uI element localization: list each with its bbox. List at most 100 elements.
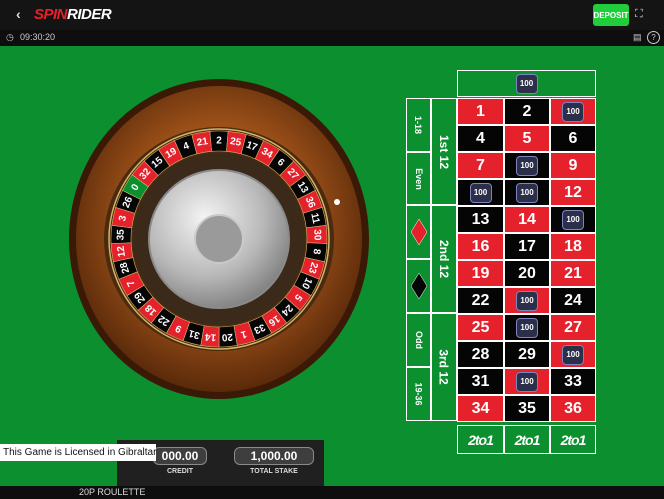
total-stake-label: TOTAL STAKE — [250, 468, 298, 475]
number-cell[interactable]: 36 — [550, 395, 596, 422]
number-label: 25 — [471, 318, 490, 336]
wheel-number: 21 — [196, 136, 209, 149]
spinrider-logo: SPINRIDER — [34, 6, 112, 23]
bet-chip[interactable]: 100 — [469, 182, 492, 203]
bet-chip[interactable]: 100 — [516, 317, 538, 338]
betting-board: 100 1 2 100 4 5 6 7 100 9 100 100 12 13 14 100 16 17 18 19… — [406, 70, 596, 454]
number-label: 13 — [471, 210, 490, 228]
logo-spin: SPIN — [34, 6, 68, 23]
number-cell[interactable]: 34 — [457, 395, 504, 422]
wheel-number: 25 — [229, 136, 242, 149]
license-notice: This Game is Licensed in Gibraltar — [0, 444, 156, 461]
bet-chip[interactable]: 100 — [516, 290, 538, 311]
bet-chip[interactable]: 100 — [562, 209, 584, 230]
number-cell[interactable]: 100 — [550, 206, 596, 233]
number-cell[interactable]: 4 — [457, 125, 504, 152]
number-cell[interactable]: 6 — [550, 125, 596, 152]
outside-even[interactable]: Even — [406, 152, 431, 205]
outside-1-18[interactable]: 1-18 — [406, 98, 431, 152]
number-cell[interactable]: 21 — [550, 260, 596, 287]
number-cell[interactable]: 14 — [504, 206, 550, 233]
deposit-button[interactable]: DEPOSIT — [593, 4, 629, 26]
number-label: 35 — [518, 399, 536, 417]
outside-odd[interactable]: Odd — [406, 313, 431, 367]
number-label: 22 — [471, 291, 490, 309]
outside-label: 1-18 — [413, 115, 424, 135]
number-cell[interactable]: 28 — [457, 341, 504, 368]
document-icon[interactable]: ▤ — [633, 32, 642, 43]
outside-red[interactable] — [406, 205, 431, 259]
number-cell[interactable]: 100 — [504, 314, 550, 341]
number-cell[interactable]: 25 — [457, 314, 504, 341]
number-label: 34 — [471, 399, 490, 417]
number-cell[interactable]: 24 — [550, 287, 596, 314]
number-cell[interactable]: 13 — [457, 206, 504, 233]
number-cell[interactable]: 27 — [550, 314, 596, 341]
bet-chip[interactable]: 100 — [562, 344, 584, 365]
number-cell[interactable]: 18 — [550, 233, 596, 260]
number-cell[interactable]: 31 — [457, 368, 504, 395]
number-label: 17 — [518, 237, 536, 255]
fullscreen-icon[interactable]: ⛶ — [635, 8, 643, 21]
dozen-label: 3rd 12 — [437, 349, 452, 385]
number-cell[interactable]: 2 — [504, 98, 550, 125]
dozen-3rd[interactable]: 3rd 12 — [431, 313, 457, 421]
number-label: 5 — [522, 129, 532, 147]
number-label: 36 — [564, 399, 582, 417]
roulette-wheel[interactable]: 2 25 17 34627133611308231052416331201431922… — [66, 76, 376, 406]
number-cell[interactable]: 35 — [504, 395, 550, 422]
number-cell[interactable]: 7 — [457, 152, 504, 179]
help-icon[interactable]: ? — [647, 31, 660, 44]
bet-chip[interactable]: 100 — [515, 73, 538, 94]
column-bet-2[interactable]: 2to1 — [504, 425, 550, 454]
number-cell[interactable]: 20 — [504, 260, 550, 287]
number-label: 27 — [564, 318, 582, 336]
total-stake-value: 1,000.00 — [234, 447, 314, 465]
dozen-label: 1st 12 — [437, 134, 451, 169]
outside-black[interactable] — [406, 259, 431, 313]
credit-value: 000.00 — [153, 447, 207, 465]
number-cell[interactable]: 29 — [504, 341, 550, 368]
outside-19-36[interactable]: 19-36 — [406, 367, 431, 421]
number-cell[interactable]: 100 — [504, 287, 550, 314]
wheel-number: 20 — [221, 331, 233, 343]
bet-chip[interactable]: 100 — [516, 371, 538, 392]
clock-icon: ◷ — [6, 32, 14, 42]
number-cell[interactable]: 100 — [457, 179, 504, 206]
number-label: 6 — [568, 129, 578, 147]
wheel-number: 35 — [115, 229, 126, 241]
column-bet-3[interactable]: 2to1 — [550, 425, 596, 454]
back-icon[interactable]: ‹ — [16, 6, 21, 22]
number-cell[interactable]: 16 — [457, 233, 504, 260]
number-cell[interactable]: 100 — [550, 341, 596, 368]
number-cell[interactable]: 100 — [504, 152, 550, 179]
zero-cell[interactable]: 100 — [457, 70, 596, 97]
number-cell[interactable]: 17 — [504, 233, 550, 260]
number-cell[interactable]: 5 — [504, 125, 550, 152]
wheel-number: 2 — [216, 136, 222, 147]
number-cell[interactable]: 22 — [457, 287, 504, 314]
top-bar: ‹ SPINRIDER DEPOSIT ⛶ — [0, 0, 664, 30]
number-cell[interactable]: 33 — [550, 368, 596, 395]
wheel-turret — [194, 214, 244, 264]
bet-chip[interactable]: 100 — [516, 155, 538, 176]
number-cell[interactable]: 19 — [457, 260, 504, 287]
number-cell[interactable]: 12 — [550, 179, 596, 206]
number-label: 2 — [522, 102, 532, 120]
number-cell[interactable]: 1 — [457, 98, 504, 125]
red-diamond-icon — [410, 219, 427, 245]
wheel-ball — [334, 199, 340, 205]
number-cell[interactable]: 100 — [504, 368, 550, 395]
bet-chip[interactable]: 100 — [562, 101, 584, 122]
number-label: 21 — [564, 264, 582, 282]
dozen-2nd[interactable]: 2nd 12 — [431, 205, 457, 313]
number-cell[interactable]: 9 — [550, 152, 596, 179]
number-cell[interactable]: 100 — [504, 179, 550, 206]
status-bar: ◷ 09:30:20 ▤ ? — [0, 30, 664, 46]
number-label: 9 — [568, 156, 578, 174]
column-bet-1[interactable]: 2to1 — [457, 425, 504, 454]
number-cell[interactable]: 100 — [550, 98, 596, 125]
bet-chip[interactable]: 100 — [516, 182, 538, 203]
dozen-1st[interactable]: 1st 12 — [431, 98, 457, 205]
session-time: 09:30:20 — [20, 32, 56, 42]
